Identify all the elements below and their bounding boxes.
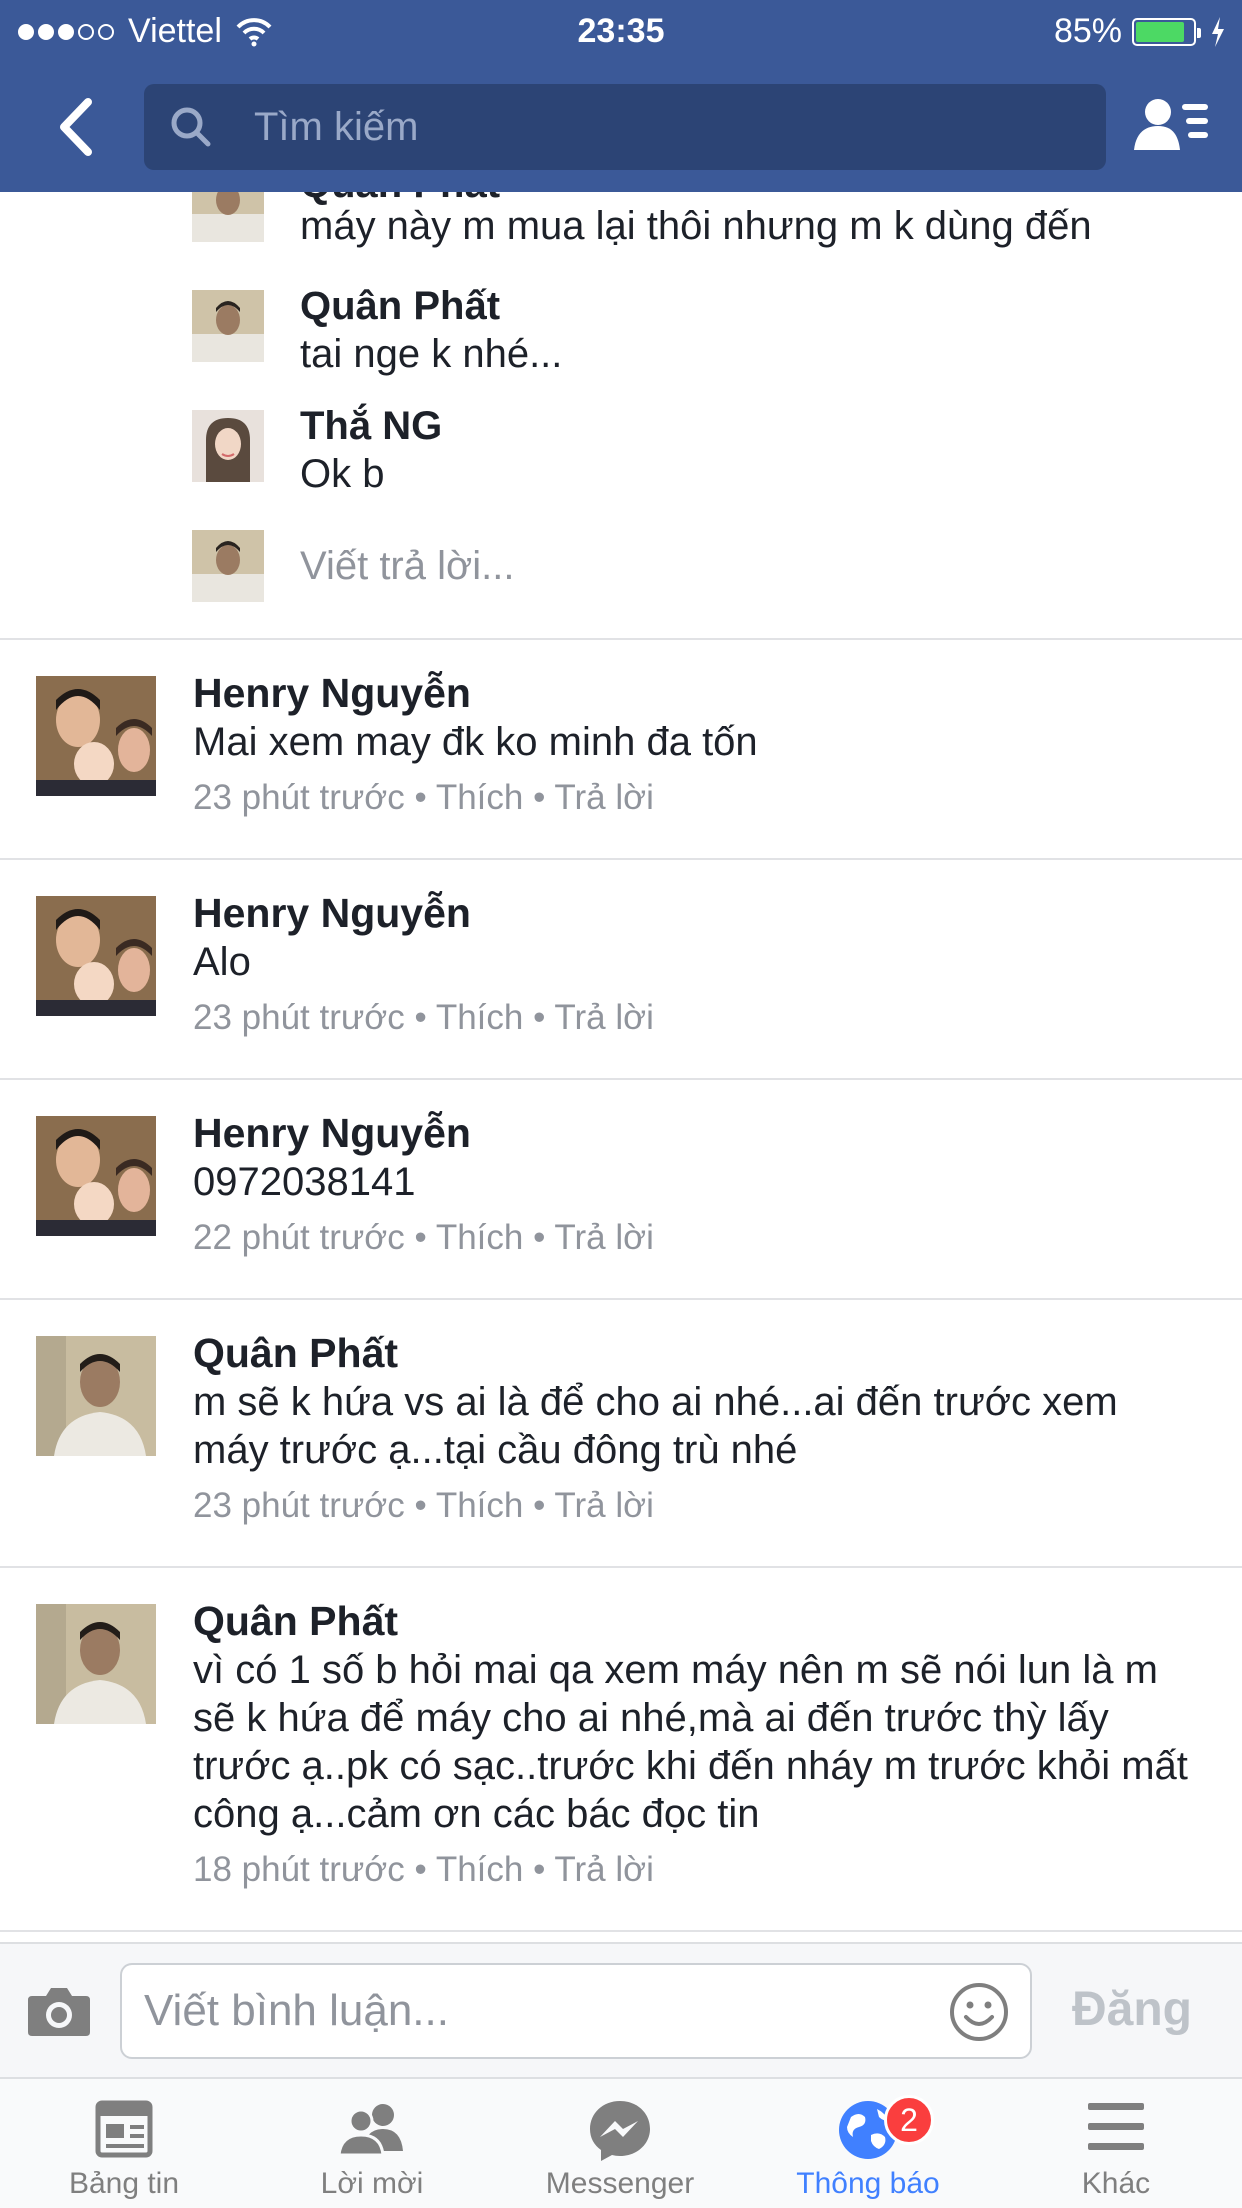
comment-text: Alo — [193, 940, 251, 984]
tab-news-feed[interactable]: Bảng tin — [0, 2079, 248, 2208]
emoji-icon[interactable] — [948, 1981, 1010, 2043]
comment-meta[interactable]: 23 phút trước • Thích • Trả lời — [193, 778, 654, 818]
comments-thread: Quân Phất máy này m mua lại thôi nhưng m… — [0, 192, 1242, 1942]
menu-icon — [1088, 2103, 1144, 2150]
friend-requests-icon — [337, 2104, 403, 2157]
tab-messenger[interactable]: Messenger — [496, 2079, 744, 2208]
avatar[interactable] — [192, 410, 264, 482]
comment-composer: Đăng — [0, 1942, 1242, 2077]
avatar[interactable] — [36, 1336, 156, 1456]
camera-icon[interactable] — [26, 1984, 92, 2038]
comment-text: m sẽ k hứa vs ai là để cho ai nhé...ai đ… — [193, 1380, 1118, 1472]
reply-author[interactable]: Quân Phất — [300, 284, 500, 329]
avatar[interactable] — [36, 1116, 156, 1236]
comment-item: Quân Phất vì có 1 số b hỏi mai qa xem má… — [0, 1566, 1242, 1930]
notification-badge: 2 — [884, 2095, 934, 2145]
friend-list-icon — [1134, 99, 1208, 150]
chevron-left-icon — [60, 98, 92, 156]
friend-list-button[interactable] — [1132, 92, 1212, 162]
comment-author[interactable]: Henry Nguyễn — [193, 670, 471, 717]
tab-label: Thông báo — [796, 2167, 940, 2200]
tab-label: Bảng tin — [68, 2167, 180, 2200]
search-input[interactable] — [254, 84, 1074, 170]
messenger-icon — [590, 2101, 650, 2161]
battery-icon — [1132, 17, 1201, 46]
comment-meta[interactable]: 22 phút trước • Thích • Trả lời — [193, 1218, 654, 1258]
battery-percent: 85% — [1053, 12, 1122, 50]
comment-item: Henry Nguyễn 0972038141 22 phút trước • … — [0, 1078, 1242, 1298]
tab-label: Khác — [1081, 2167, 1151, 2200]
comment-text: vì có 1 số b hỏi mai qa xem máy nên m sẽ… — [193, 1648, 1188, 1836]
comment-author[interactable]: Quân Phất — [193, 1330, 398, 1377]
divider — [0, 1930, 1242, 1942]
reply-text: Ok b — [300, 452, 385, 496]
comment-input[interactable] — [144, 1965, 944, 2057]
post-button[interactable]: Đăng — [1072, 1982, 1192, 2037]
reply-text: tai nge k nhé... — [300, 332, 563, 376]
avatar[interactable] — [36, 676, 156, 796]
comment-meta[interactable]: 23 phút trước • Thích • Trả lời — [193, 998, 654, 1038]
comment-item: Quân Phất m sẽ k hứa vs ai là để cho ai … — [0, 1298, 1242, 1566]
comment-author[interactable]: Henry Nguyễn — [193, 1110, 471, 1157]
tab-notifications[interactable]: 2 Thông báo — [744, 2079, 992, 2208]
tab-more[interactable]: Khác — [992, 2079, 1240, 2208]
comment-item: Henry Nguyễn Mai xem may đk ko minh đa t… — [0, 638, 1242, 858]
reply-input-placeholder[interactable]: Viết trả lời... — [300, 544, 514, 589]
avatar[interactable] — [192, 290, 264, 362]
charging-icon — [1212, 16, 1224, 47]
comment-author[interactable]: Henry Nguyễn — [193, 890, 471, 937]
avatar[interactable] — [36, 1604, 156, 1724]
avatar — [192, 530, 264, 602]
comment-item: Henry Nguyễn Alo 23 phút trước • Thích •… — [0, 858, 1242, 1078]
back-button[interactable] — [50, 92, 100, 162]
comment-text: 0972038141 — [193, 1160, 416, 1204]
tab-label: Messenger — [545, 2167, 695, 2200]
comment-text: Mai xem may đk ko minh đa tốn — [193, 720, 758, 764]
search-bar[interactable] — [144, 84, 1106, 170]
reply-text: máy này m mua lại thôi nhưng m k dùng đế… — [300, 204, 1092, 248]
tab-label: Lời mời — [320, 2167, 424, 2200]
comment-author[interactable]: Quân Phất — [193, 1598, 398, 1645]
news-feed-icon — [95, 2100, 153, 2158]
reply-author[interactable]: Thắ NG — [300, 404, 442, 449]
comment-meta[interactable]: 18 phút trước • Thích • Trả lời — [193, 1850, 654, 1890]
tab-friend-requests[interactable]: Lời mời — [248, 2079, 496, 2208]
avatar[interactable] — [36, 896, 156, 1016]
tab-bar: Bảng tin Lời mời Messenger 2 Thông báo K… — [0, 2077, 1242, 2208]
comment-input-box[interactable] — [120, 1963, 1032, 2059]
comment-meta[interactable]: 23 phút trước • Thích • Trả lời — [193, 1486, 654, 1526]
avatar[interactable] — [192, 192, 264, 242]
top-bar: Viettel 23:35 85% — [0, 0, 1242, 192]
search-icon — [171, 107, 211, 147]
status-bar: Viettel 23:35 85% — [0, 0, 1242, 62]
